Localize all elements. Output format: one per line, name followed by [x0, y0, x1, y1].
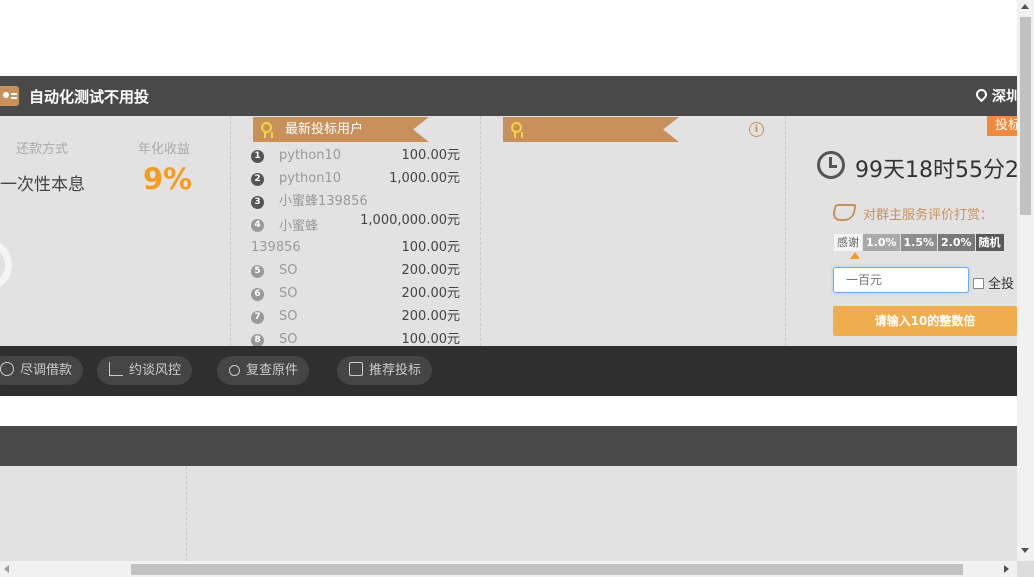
investor-name: 小蜜蜂139856 [279, 194, 368, 209]
scroll-right-arrow-icon[interactable] [1004, 565, 1009, 573]
thumbs-up-icon [349, 362, 363, 376]
horizontal-scroll-thumb[interactable] [131, 564, 963, 575]
investor-amount: 1,000.00元 [389, 171, 460, 186]
project-card-icon [0, 86, 19, 106]
action-label: 约谈风控 [129, 363, 182, 378]
column-divider [230, 116, 231, 346]
list-item: 1 python10 100.00元 [251, 144, 463, 167]
investor-name: SO [279, 309, 298, 324]
investor-amount: 100.00元 [401, 148, 461, 163]
investor-name: 小蜜蜂 [279, 219, 319, 234]
award-ribbon [503, 117, 679, 142]
risk-interview-button[interactable]: 约谈风控 [97, 356, 193, 385]
vertical-scrollbar[interactable] [1017, 0, 1034, 561]
medal-icon [511, 122, 523, 138]
section-header-bar [0, 426, 1017, 466]
tip-option-2-0[interactable]: 2.0% [938, 234, 975, 251]
browser-viewport: 自动化测试不用投 深圳 还款方式 一次性本息 年化收益 9% 最新投标用户 1 … [0, 0, 1034, 577]
repay-method-value: 一次性本息 [0, 175, 85, 195]
investor-amount: 100.00元 [401, 240, 461, 255]
investor-name: python10 [279, 148, 342, 163]
investor-amount: 100.00元 [401, 332, 461, 346]
progress-ring [0, 239, 12, 291]
repay-method-label: 还款方式 [16, 142, 69, 157]
selected-tip-caret [850, 252, 860, 259]
latest-investors-ribbon: 最新投标用户 [253, 117, 429, 142]
list-item: 139856 100.00元 [251, 236, 463, 259]
action-label: 尽调借款 [20, 363, 73, 378]
list-item: 2 python10 1,000.00元 [251, 167, 463, 190]
info-icon[interactable]: i [749, 122, 764, 137]
rank-badge: 2 [251, 173, 264, 186]
project-title-bar: 自动化测试不用投 深圳 [0, 76, 1020, 116]
rank-badge: 7 [251, 311, 264, 324]
rank-badge: 6 [251, 288, 264, 301]
review-originals-button[interactable]: 复查原件 [217, 356, 310, 385]
tip-option-thanks[interactable]: 感谢 [834, 234, 862, 251]
all-in-label: 全投 [988, 277, 1015, 292]
investment-amount-input[interactable] [833, 267, 969, 293]
action-label: 推荐投标 [369, 363, 422, 378]
column-divider [480, 116, 481, 346]
investor-name: 139856 [251, 240, 301, 255]
due-diligence-icon [0, 362, 14, 376]
rank-badge: 4 [251, 219, 264, 232]
list-item: 8 SO 100.00元 [251, 328, 463, 346]
recommend-bid-button[interactable]: 推荐投标 [337, 356, 433, 385]
list-item: 4 小蜜蜂 1,000,000.00元 [251, 213, 463, 236]
all-in-option[interactable]: 全投 [973, 273, 1014, 292]
list-item: 5 SO 200.00元 [251, 259, 463, 282]
graduation-cap-icon [831, 204, 857, 221]
rate-service-prompt: 对群主服务评价打赏： [863, 208, 994, 223]
action-bar: 尽调借款 约谈风控 复查原件 推荐投标 [0, 346, 1017, 396]
rank-badge: 3 [251, 196, 264, 209]
location-label: 深圳 [973, 86, 1020, 106]
investor-name: SO [279, 332, 298, 346]
annual-rate-value: 9% [143, 162, 193, 196]
medal-icon [261, 122, 273, 138]
rank-badge: 5 [251, 265, 264, 278]
investor-amount: 1,000,000.00元 [360, 213, 460, 228]
tip-option-1-5[interactable]: 1.5% [900, 234, 938, 251]
investor-name: SO [279, 263, 298, 278]
horizontal-scrollbar[interactable] [0, 561, 1017, 577]
due-diligence-button[interactable]: 尽调借款 [0, 356, 84, 385]
project-info-panel: 还款方式 一次性本息 年化收益 9% 最新投标用户 1 python10 100… [0, 116, 1017, 346]
tender-badge: 投标 [987, 116, 1017, 136]
rank-badge: 8 [251, 334, 264, 346]
vertical-scroll-thumb[interactable] [1020, 17, 1031, 215]
tip-option-random[interactable]: 随机 [975, 234, 1004, 251]
tip-options: 感谢 1.0% 1.5% 2.0% 随机 [834, 234, 1005, 251]
tip-option-1-0[interactable]: 1.0% [863, 234, 900, 251]
annual-rate-label: 年化收益 [138, 142, 191, 157]
search-icon [229, 365, 240, 376]
investor-name: python10 [279, 171, 342, 186]
investor-name: SO [279, 286, 298, 301]
chart-icon [109, 362, 123, 376]
scroll-up-arrow-icon[interactable] [1021, 4, 1029, 9]
countdown-timer: 99天18时55分25 [855, 158, 1017, 183]
lower-content-panel [0, 466, 1017, 561]
all-in-checkbox[interactable] [973, 278, 984, 289]
latest-investors-heading: 最新投标用户 [285, 122, 364, 137]
list-item: 6 SO 200.00元 [251, 282, 463, 305]
column-divider [186, 466, 187, 561]
action-label: 复查原件 [246, 363, 299, 378]
investor-amount: 200.00元 [401, 309, 461, 324]
investor-amount: 200.00元 [401, 263, 461, 278]
scroll-down-arrow-icon[interactable] [1021, 548, 1029, 553]
rank-badge: 1 [251, 150, 264, 163]
clock-icon [817, 151, 845, 179]
scrollbar-corner [1017, 561, 1034, 577]
scroll-left-arrow-icon[interactable] [4, 565, 9, 573]
investor-amount: 200.00元 [401, 286, 461, 301]
location-text: 深圳 [992, 89, 1020, 105]
list-item: 7 SO 200.00元 [251, 305, 463, 328]
latest-investors-list: 1 python10 100.00元 2 python10 1,000.00元 … [251, 144, 463, 346]
map-pin-icon [973, 86, 990, 103]
invest-button[interactable]: 请输入10的整数倍 [833, 306, 1017, 336]
project-title: 自动化测试不用投 [29, 88, 150, 106]
column-divider [785, 116, 786, 346]
